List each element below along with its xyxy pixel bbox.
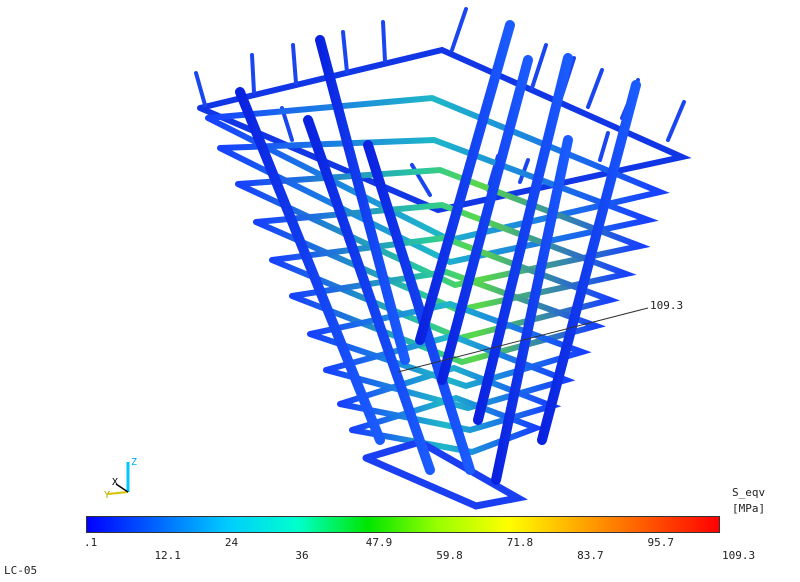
load-case-label: LC-05 [4,564,38,577]
tick-label: 36 [295,549,309,562]
tick-label: 71.8 [506,536,534,549]
legend-unit: [MPa] [732,502,766,515]
stress-color-bar [86,516,720,533]
coordinate-triad: Z X Y [104,457,137,501]
triad-y-label: Y [104,490,110,501]
stress-contour-model[interactable]: Z X Y [0,0,800,582]
legend-title: S_eqv [732,486,766,499]
tick-label: 12.1 [154,549,181,562]
triad-x-label: X [112,477,118,488]
tick-label: 109.3 [722,549,756,562]
tick-label: 83.7 [577,549,604,562]
tick-label: .1 [84,536,98,549]
max-stress-callout: 109.3 [650,299,684,312]
tick-label: 47.9 [365,536,393,549]
tick-label: 95.7 [647,536,675,549]
fea-result-viewport[interactable]: Z X Y 109.3 S_eqv [MPa] .1 12.1 24 36 47.9 59… [0,0,800,582]
tick-label: 24 [224,536,239,549]
triad-z-label: Z [131,457,137,468]
tick-label: 59.8 [436,549,463,562]
